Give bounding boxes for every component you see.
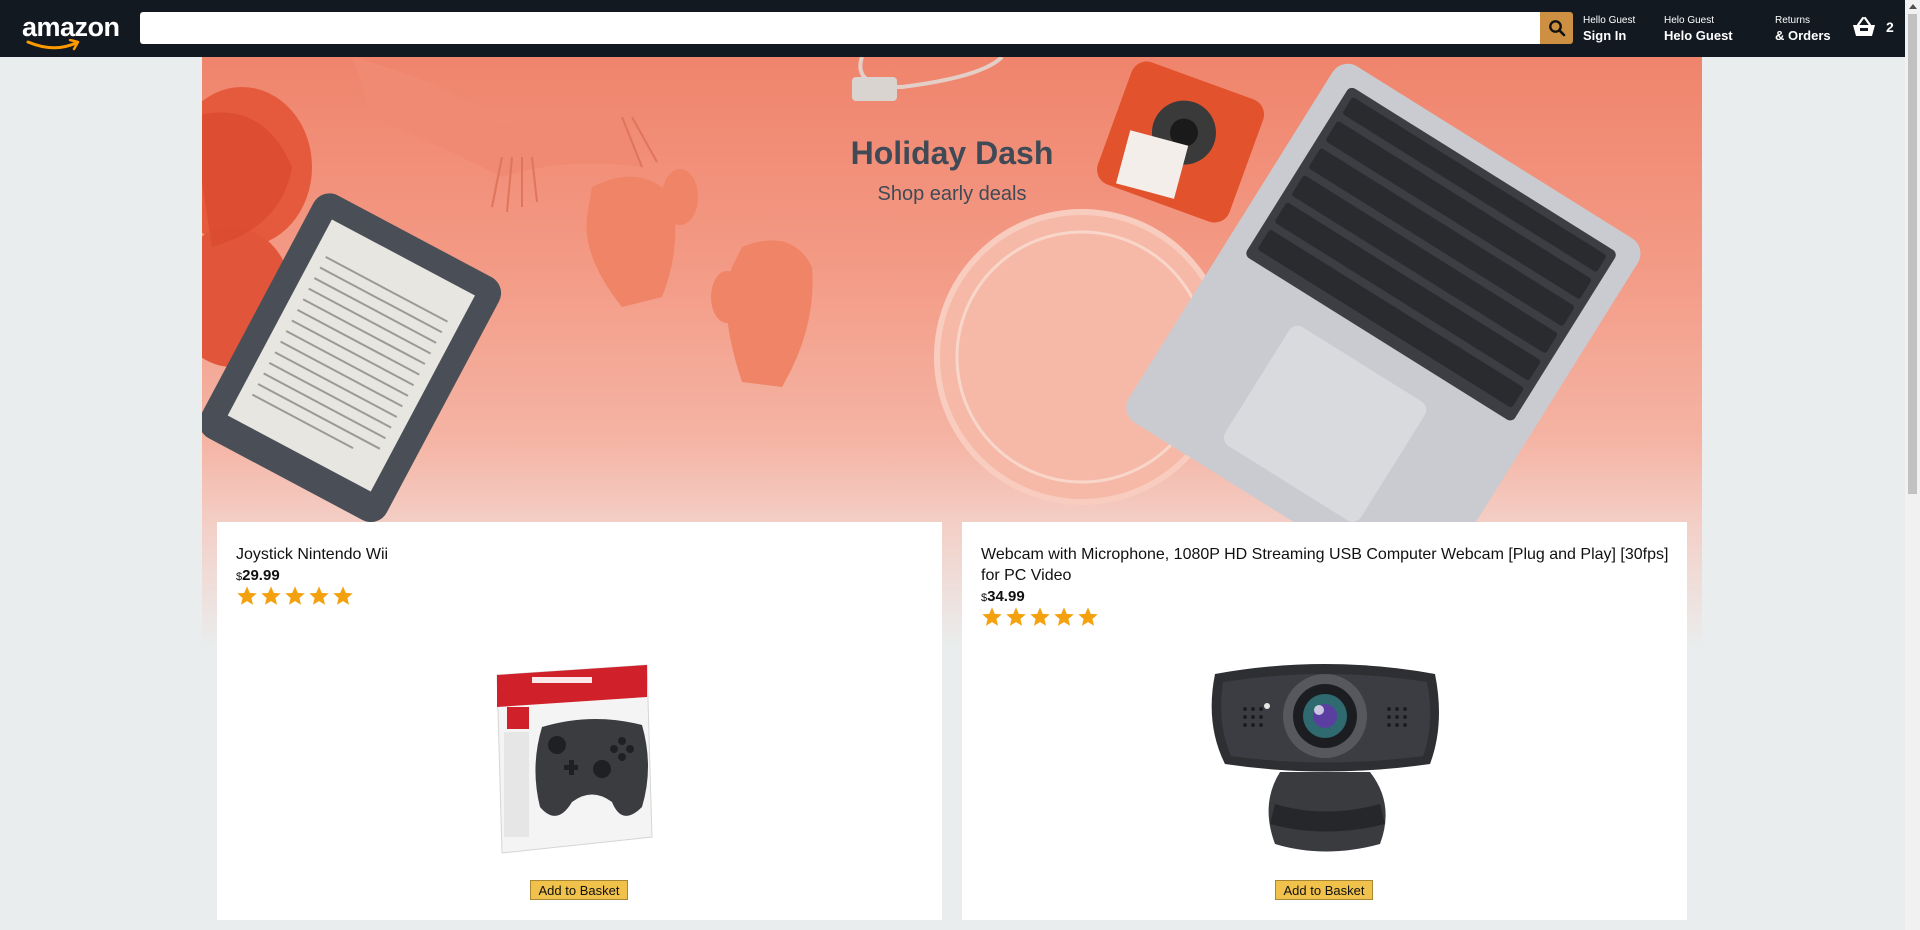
star-icon — [1006, 607, 1026, 626]
orders-returns-label: Returns — [1775, 15, 1811, 26]
star-icon — [1078, 607, 1098, 626]
smile-arrow-icon — [26, 39, 80, 51]
account-greeting: Helo Guest — [1664, 15, 1715, 26]
basket-link[interactable]: 2 — [1852, 16, 1894, 38]
star-icon — [982, 607, 1002, 626]
amazon-logo[interactable]: amazon — [22, 12, 120, 52]
add-to-basket-button[interactable]: Add to Basket — [1275, 880, 1373, 900]
scroll-up-arrow-icon[interactable] — [1909, 4, 1917, 9]
search-button[interactable] — [1540, 12, 1573, 44]
product-price: $34.99 — [981, 588, 1025, 605]
product-rating — [236, 585, 354, 607]
star-icon — [1054, 607, 1074, 626]
product-title[interactable]: Joystick Nintendo Wii — [236, 544, 926, 565]
search-icon — [1548, 20, 1565, 37]
star-icon — [261, 586, 281, 605]
sign-in-greeting: Hello Guest — [1583, 15, 1636, 26]
top-nav-bar: amazon Hello Guest Sign In Helo Guest He… — [0, 0, 1905, 57]
product-title[interactable]: Webcam with Microphone, 1080P HD Streami… — [981, 544, 1671, 586]
hero-title: Holiday Dash — [850, 135, 1054, 171]
logo-text: amazon — [22, 12, 120, 42]
page-scrollbar[interactable] — [1905, 0, 1920, 930]
account-label: Helo Guest — [1664, 28, 1733, 43]
orders-link[interactable]: Returns & Orders — [1775, 14, 1831, 45]
basket-icon — [1853, 16, 1875, 36]
price-value: 34.99 — [987, 588, 1025, 605]
scrollbar-thumb[interactable] — [1908, 14, 1917, 494]
price-value: 29.99 — [242, 567, 280, 584]
product-card: Joystick Nintendo Wii $29.99 Add to Bask… — [217, 522, 942, 920]
account-link[interactable]: Helo Guest Helo Guest — [1664, 14, 1733, 45]
basket-count: 2 — [1886, 19, 1894, 35]
product-card: Webcam with Microphone, 1080P HD Streami… — [962, 522, 1687, 920]
hero-subtitle: Shop early deals — [877, 183, 1027, 205]
product-rating — [981, 606, 1099, 628]
search-input[interactable] — [140, 12, 1540, 44]
sign-in-link[interactable]: Hello Guest Sign In — [1583, 14, 1635, 45]
add-to-basket-button[interactable]: Add to Basket — [530, 880, 628, 900]
product-price: $29.99 — [236, 567, 280, 584]
star-icon — [1030, 607, 1050, 626]
game-controller-image[interactable] — [472, 657, 662, 857]
star-icon — [237, 586, 257, 605]
orders-label: & Orders — [1775, 28, 1831, 43]
star-icon — [285, 586, 305, 605]
webcam-image[interactable] — [1205, 654, 1445, 859]
star-icon — [309, 586, 329, 605]
sign-in-label: Sign In — [1583, 28, 1627, 43]
star-icon — [333, 586, 353, 605]
